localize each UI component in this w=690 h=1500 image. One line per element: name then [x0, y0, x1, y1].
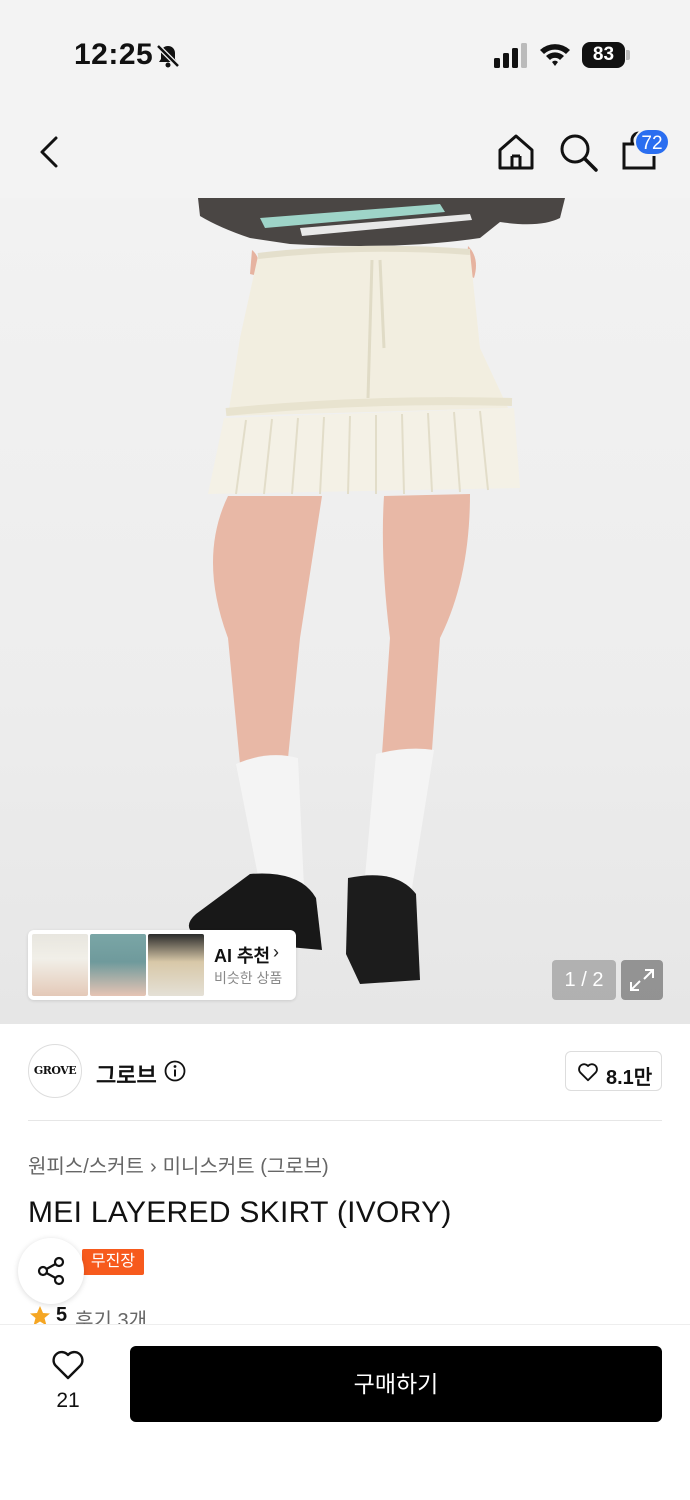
signal-icon [494, 43, 527, 68]
buy-button[interactable]: 구매하기 [130, 1346, 662, 1422]
breadcrumb-subcategory[interactable]: 미니스커트 (그로브) [163, 1156, 329, 1178]
bottom-action-bar: 21 구매하기 [0, 1324, 690, 1500]
recommend-thumbnail[interactable] [90, 934, 146, 996]
chevron-right-icon: › [273, 942, 279, 962]
page-indicator: 1 / 2 [552, 960, 616, 1000]
wifi-icon [540, 44, 570, 66]
breadcrumb: 원피스/스커트 › 미니스커트 (그로브) [28, 1150, 329, 1179]
heart-icon [578, 1063, 598, 1082]
status-time: 12:25 [74, 38, 154, 71]
status-bar: 12:25 83 [0, 0, 690, 100]
recommend-thumbnail[interactable] [32, 934, 88, 996]
share-icon [37, 1256, 65, 1286]
breadcrumb-category[interactable]: 원피스/스커트 [28, 1156, 144, 1178]
rating-score: 5 [56, 1304, 68, 1326]
brand-logo[interactable]: GROVE [28, 1044, 82, 1098]
divider [28, 1120, 662, 1121]
back-arrow-icon[interactable] [26, 128, 74, 176]
recommend-thumbnail[interactable] [148, 934, 204, 996]
store-tag-badge: 무진장 [82, 1249, 144, 1275]
heart-icon [52, 1350, 84, 1380]
home-icon[interactable] [492, 128, 540, 176]
cart-count-badge: 72 [634, 128, 670, 156]
top-navigation [0, 100, 690, 200]
product-photo [188, 198, 565, 984]
chevron-right-icon: › [149, 1156, 157, 1178]
brand-like-count: 8.1만 [606, 1067, 653, 1089]
info-icon[interactable] [164, 1060, 186, 1082]
wishlist-button[interactable]: 21 [40, 1347, 96, 1417]
ai-recommend-title: AI 추천 [214, 946, 271, 966]
bell-muted-icon [156, 44, 180, 68]
search-icon[interactable] [554, 128, 602, 176]
product-image-gallery[interactable]: 1 / 2 [0, 198, 690, 1024]
share-button[interactable] [18, 1238, 84, 1304]
expand-icon[interactable] [621, 960, 663, 1000]
wishlist-count: 21 [56, 1389, 80, 1412]
brand-like-button[interactable]: 8.1만 [565, 1051, 662, 1091]
brand-row[interactable]: GROVE 그로브 8.1만 [0, 1024, 690, 1120]
ai-recommend-card[interactable]: AI 추천 › 비슷한 상품 [28, 930, 296, 1000]
ai-recommend-subtitle: 비슷한 상품 [214, 970, 283, 986]
battery-icon: 83 [582, 42, 630, 68]
battery-level: 83 [582, 42, 625, 68]
product-title: MEI LAYERED SKIRT (IVORY) [28, 1196, 452, 1229]
brand-name[interactable]: 그로브 [96, 1058, 157, 1090]
